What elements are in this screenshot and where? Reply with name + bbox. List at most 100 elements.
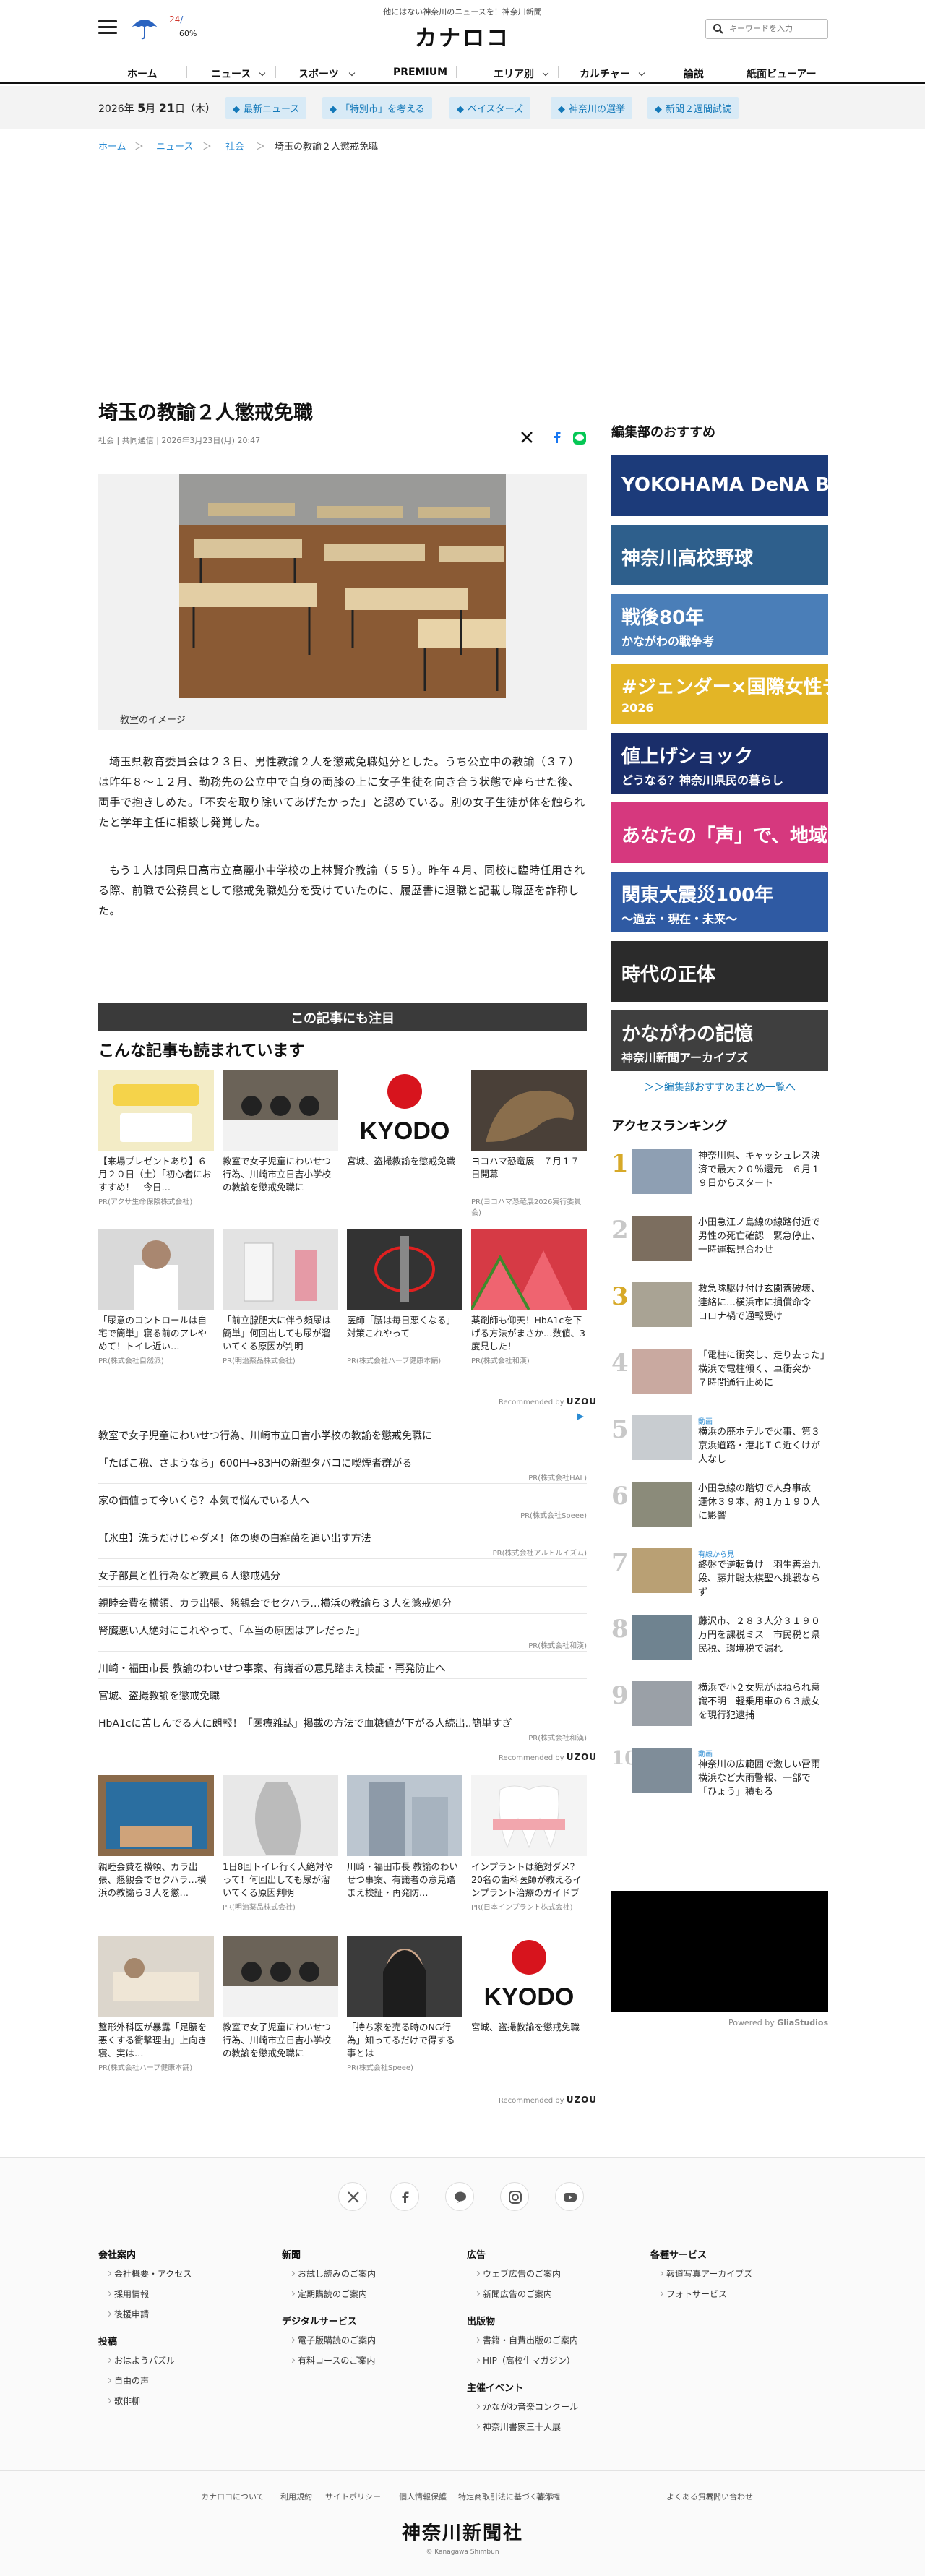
rec-link[interactable]: 川崎・福田市長 教諭のわいせつ事案、有識者の意見踏まえ検証・再発防止へ [98, 1661, 587, 1675]
rec-link[interactable]: 親睦会費を横領、カラ出張、懇親会でセクハラ…横浜の教諭ら３人を懲戒処分 [98, 1596, 587, 1610]
glia-logo[interactable]: GliaStudios [777, 2018, 828, 2027]
rec-card[interactable]: 「尿意のコントロールは自宅で簡単」寝る前のアレやめて！トイレ近い… PR(株式会… [98, 1229, 214, 1365]
footer-link[interactable]: 有料コースのご案内 [298, 2354, 375, 2366]
instagram-icon[interactable] [500, 2182, 529, 2211]
editors-banner[interactable]: 神奈川高校野球 [611, 525, 828, 585]
rec-card[interactable]: 【来場プレゼントあり】６月２０日（土）「初心者におすすめ！ 今日… PR(アクサ… [98, 1070, 214, 1206]
article-photo[interactable] [98, 474, 587, 730]
search-input[interactable] [729, 22, 823, 35]
ranking-item[interactable]: 9 横浜で小２女児がはねられ意識不明 軽乗用車の６３歳女を現行犯逮捕 [611, 1681, 828, 1742]
rec-link[interactable]: 【氷虫】洗うだけじゃダメ！体の奥の白癬菌を追い出す方法 PR(株式会社アルトルイズ… [98, 1531, 587, 1558]
breadcrumb-home[interactable]: ホーム [98, 139, 126, 153]
nav-sports[interactable]: スポーツ [298, 66, 339, 81]
footer-bottom-link[interactable]: カナロコについて [201, 2491, 264, 2502]
rec-link[interactable]: 腎臓悪い人絶対にこれやって、「本当の原因はアレだった」 PR(株式会社和漢) [98, 1623, 587, 1650]
topic-chip[interactable]: ◆ 「特別市」を考える [322, 97, 432, 119]
search-box[interactable] [705, 19, 828, 39]
nav-culture[interactable]: カルチャー [580, 66, 630, 81]
footer-bottom-link[interactable]: 利用規約 [280, 2491, 312, 2502]
uzou-logo[interactable]: UZOU [567, 2095, 597, 2105]
uzou-logo[interactable]: UZOU [567, 1396, 597, 1407]
rec-link[interactable]: 女子部員と性行為など教員６人懲戒処分 [98, 1568, 587, 1583]
search-icon[interactable] [713, 23, 724, 35]
ranking-item[interactable]: 6 小田急線の踏切で人身事故 運休３９本、約１万１９０人に影響 [611, 1482, 828, 1542]
line-icon[interactable] [445, 2182, 474, 2211]
footer-link[interactable]: 後援申請 [114, 2308, 149, 2320]
kanagawa-shimbun-logo[interactable]: 神奈川新聞社 [0, 2518, 925, 2545]
topic-chip[interactable]: ◆ ベイスターズ [449, 97, 530, 119]
x-icon[interactable] [338, 2182, 367, 2211]
ranking-item[interactable]: 7 有線から見 終盤で逆転負け 羽生善治九段、藤井聡太棋聖へ挑戦ならず [611, 1548, 828, 1609]
chevron-down-icon[interactable] [348, 69, 356, 77]
footer-link[interactable]: 新聞広告のご案内 [483, 2288, 552, 2300]
ranking-item[interactable]: 1 神奈川県、キャッシュレス決済で最大２０％還元 ６月１９日からスタート [611, 1149, 828, 1210]
footer-link[interactable]: お試し読みのご案内 [298, 2267, 376, 2280]
nav-home[interactable]: ホーム [127, 66, 158, 81]
footer-link[interactable]: フォトサービス [666, 2288, 727, 2300]
nav-news[interactable]: ニュース [211, 66, 251, 81]
video-ad[interactable] [611, 1891, 828, 2012]
editors-banner[interactable]: 値上げショック どうなる？神奈川県民の暮らし [611, 733, 828, 794]
rec-link[interactable]: 「たばこ税、さようなら」600円→83円の新型タバコに喫煙者群がる PR(株式会社… [98, 1456, 587, 1482]
footer-link[interactable]: おはようパズル [114, 2354, 175, 2366]
nav-area[interactable]: エリア別 [494, 66, 534, 81]
x-share-icon[interactable] [520, 431, 533, 447]
rec-card[interactable]: 親睦会費を横領、カラ出張、懇親会でセクハラ…横浜の教諭ら３人を懲… [98, 1775, 214, 1901]
footer-link[interactable]: 書籍・自費出版のご案内 [483, 2334, 578, 2346]
footer-bottom-link[interactable]: お問い合わせ [705, 2491, 753, 2502]
rec-card[interactable]: 整形外科医が暴露「足腰を悪くする衝撃理由」上向き寝、実は… PR(株式会社ハーブ… [98, 1936, 214, 2072]
ranking-item[interactable]: 5 動画 横浜の廃ホテルで火事、第３京浜道路・港北ＩＣ近くけが人なし [611, 1415, 828, 1476]
footer-link[interactable]: 定期購読のご案内 [298, 2288, 367, 2300]
footer-link[interactable]: 報道写真アーカイブズ [666, 2267, 752, 2280]
editors-banner[interactable]: 戦後80年 かながわの戦争考 [611, 594, 828, 655]
rec-card[interactable]: 「持ち家を売る時のNG行為」知ってるだけで得する事とは PR(株式会社Speee… [347, 1936, 462, 2072]
editors-banner[interactable]: 時代の正体 [611, 941, 828, 1002]
ranking-item[interactable]: 10 動画 神奈川の広範囲で激しい雷雨 横浜など大雨警報、一部で「ひょう」積もる [611, 1748, 830, 1808]
topic-chip[interactable]: ◆ 最新ニュース [225, 97, 307, 119]
nav-premium[interactable]: PREMIUM [393, 66, 447, 78]
footer-link[interactable]: 採用情報 [114, 2288, 149, 2300]
editors-banner[interactable]: #ジェンダー×国際女性デー 2026 [611, 664, 828, 724]
adchoices-icon[interactable] [575, 1411, 585, 1421]
breadcrumb-society[interactable]: 社会 [225, 139, 244, 153]
rec-card[interactable]: 薬剤師も仰天！HbA1cを下げる方法がまさか…数値、3度見した！ PR(株式会社… [471, 1229, 587, 1365]
footer-bottom-link[interactable]: サイトポリシー [325, 2491, 381, 2502]
youtube-icon[interactable] [555, 2182, 584, 2211]
breadcrumb-news[interactable]: ニュース [156, 139, 193, 153]
footer-bottom-link[interactable]: 著作権 [536, 2491, 560, 2502]
rec-card[interactable]: KYODO 宮城、盗撮教諭を懲戒免職 [471, 1936, 587, 2061]
rec-card[interactable]: ヨコハマ恐竜展 ７月１７日開幕 PR(ヨコハマ恐竜展2026実行委員会) [471, 1070, 587, 1217]
rec-card[interactable]: KYODO 宮城、盗撮教諭を懲戒免職 [347, 1070, 462, 1195]
editors-banner[interactable]: かながわの記憶 神奈川新聞アーカイブズ [611, 1010, 828, 1071]
footer-link[interactable]: 自由の声 [114, 2374, 149, 2387]
topic-chip[interactable]: ◆ 新聞２週間試読 [648, 97, 739, 119]
rec-link[interactable]: 家の価値って今いくら？本気で悩んでいる人へ PR(株式会社Speee) [98, 1493, 587, 1520]
facebook-share-icon[interactable] [551, 431, 564, 447]
footer-link[interactable]: 神奈川書家三十人展 [483, 2421, 561, 2433]
footer-link[interactable]: 会社概要・アクセス [114, 2267, 192, 2280]
rec-card[interactable]: 教室で女子児童にわいせつ行為、川崎市立日吉小学校の教諭を懲戒免職に [223, 1070, 338, 1195]
ranking-item[interactable]: 4 「電柱に衝突し、走り去った」横浜で電柱傾く、車衝突か ７時間通行止めに [611, 1349, 828, 1409]
uzou-logo[interactable]: UZOU [567, 1752, 597, 1762]
rec-card[interactable]: 医師「腰は毎日悪くなる」対策これやって PR(株式会社ハーブ健康本舗) [347, 1229, 462, 1365]
ranking-item[interactable]: 8 藤沢市、２８３人分３１９０万円を課税ミス 市民税と県民税、環境税で漏れ [611, 1615, 828, 1675]
line-share-icon[interactable] [572, 431, 587, 448]
rec-card[interactable]: 川崎・福田市長 教諭のわいせつ事案、有識者の意見踏まえ検証・再発防… [347, 1775, 462, 1901]
chevron-down-icon[interactable] [542, 69, 549, 77]
rec-card[interactable]: 「前立腺肥大に伴う頻尿は簡単」何回出しても尿が溜いてくる原因が判明 PR(明治薬… [223, 1229, 338, 1365]
editors-banner[interactable]: YOKOHAMA DeNA BAYSTARS 2026 [611, 455, 828, 516]
rec-card[interactable]: 1日8回トイレ行く人絶対やって！何回出しても尿が溜いてくる原因判明 PR(明治薬… [223, 1775, 338, 1912]
editors-banner[interactable]: あなたの「声」で、地域を変えよう [611, 802, 828, 863]
rec-link[interactable]: 宮城、盗撮教諭を懲戒免職 [98, 1688, 587, 1703]
footer-link[interactable]: かながわ音楽コンクール [483, 2400, 578, 2413]
editors-more-link[interactable]: ＞＞編集部おすすめまとめ一覧へ [611, 1080, 828, 1094]
rec-card[interactable]: 教室で女子児童にわいせつ行為、川崎市立日吉小学校の教諭を懲戒免職に [223, 1936, 338, 2061]
nav-viewer[interactable]: 紙面ビューアー [747, 66, 817, 81]
footer-bottom-link[interactable]: 個人情報保護 [399, 2491, 447, 2502]
footer-link[interactable]: 歌俳柳 [114, 2395, 140, 2407]
nav-editorial[interactable]: 論説 [684, 66, 704, 81]
facebook-icon[interactable] [390, 2182, 419, 2211]
rec-link[interactable]: HbA1cに苦しんでる人に朗報！「医療雑誌」掲載の方法で血糖値が下がる人続出..… [98, 1716, 587, 1743]
topic-chip[interactable]: ◆ 神奈川の選挙 [551, 97, 633, 119]
ranking-item[interactable]: 3 救急隊駆け付け玄関蓋破壊、連絡に…横浜市に損償命令 コロナ禍で通報受け [611, 1282, 828, 1343]
